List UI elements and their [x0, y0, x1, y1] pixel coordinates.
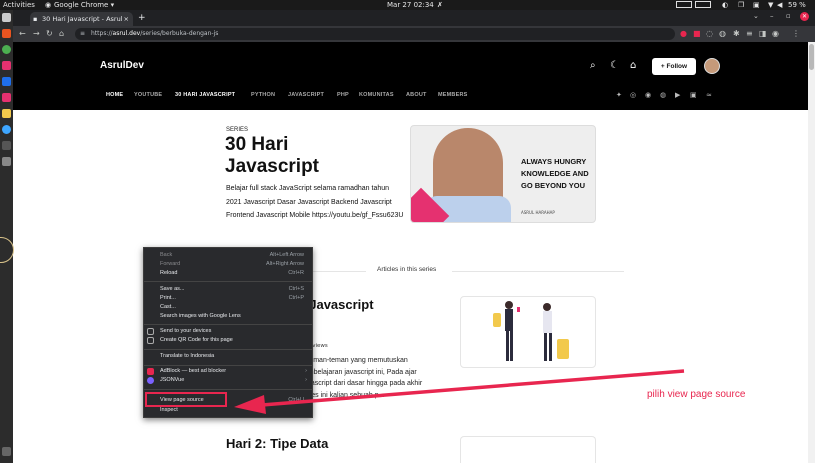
annotation-text: pilih view page source	[647, 389, 746, 400]
